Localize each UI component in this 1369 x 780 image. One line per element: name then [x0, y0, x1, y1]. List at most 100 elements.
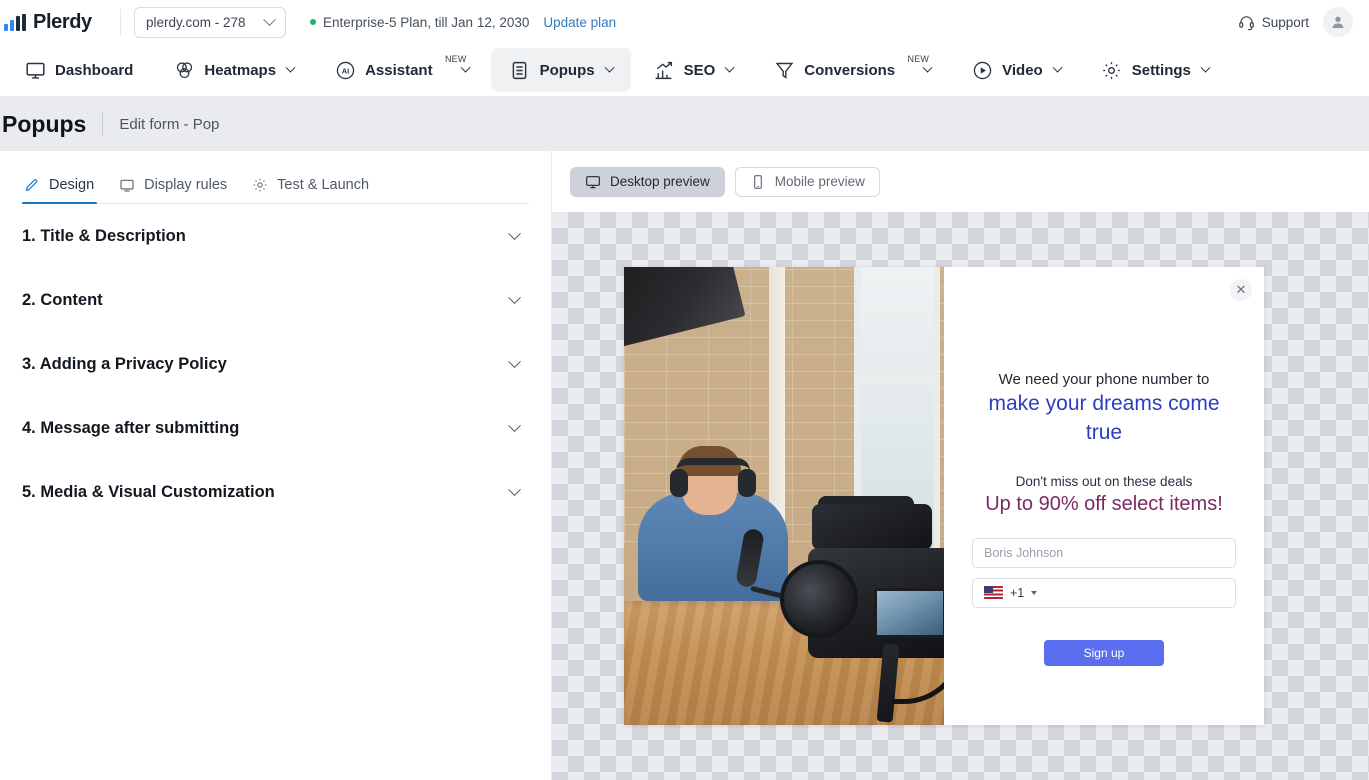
nav-label: Popups: [540, 62, 595, 79]
chevron-down-icon: [1031, 591, 1037, 595]
section-content[interactable]: 2. Content: [22, 268, 529, 332]
top-bar-divider: [120, 9, 121, 35]
close-icon[interactable]: ✕: [1230, 279, 1252, 301]
chevron-down-icon: [604, 62, 614, 72]
editor-sections: 1. Title & Description 2. Content 3. Add…: [0, 204, 551, 524]
section-adding-a-privacy-policy[interactable]: 3. Adding a Privacy Policy: [22, 332, 529, 396]
chevron-down-icon: [508, 227, 521, 240]
tab-design[interactable]: Design: [22, 177, 107, 203]
nav-item-settings[interactable]: Settings: [1083, 48, 1227, 92]
gear-icon: [252, 177, 268, 193]
section-label: 1. Title & Description: [22, 227, 186, 246]
tab-label: Design: [49, 177, 94, 193]
nav-label: Settings: [1132, 62, 1191, 79]
venn-circles-icon: [173, 59, 195, 81]
nav-item-heatmaps[interactable]: Heatmaps: [155, 48, 312, 92]
support-button[interactable]: Support: [1238, 14, 1309, 31]
document-lines-icon: [509, 59, 531, 81]
editor-panel: Design Display rules Test & Launch: [0, 151, 552, 780]
nav-label: Conversions: [804, 62, 895, 79]
chevron-down-icon: [1200, 62, 1210, 72]
chevron-down-icon: [508, 419, 521, 432]
mobile-preview-button[interactable]: Mobile preview: [735, 167, 880, 197]
popup-title-highlight: make your dreams come true: [988, 392, 1219, 443]
section-label: 2. Content: [22, 291, 103, 310]
preview-canvas: ✕ We need your phone number to make your…: [552, 212, 1369, 780]
plerdy-logo-bars-icon: [4, 14, 26, 31]
photo-video-camera: [776, 468, 944, 698]
nav-item-dashboard[interactable]: Dashboard: [6, 48, 151, 92]
brush-icon: [24, 177, 40, 193]
section-message-after-submitting[interactable]: 4. Message after submitting: [22, 396, 529, 460]
monitor-icon: [24, 59, 46, 81]
chevron-down-icon: [725, 62, 735, 72]
nav-label: Assistant: [365, 62, 433, 79]
section-media-and-visual-customization[interactable]: 5. Media & Visual Customization: [22, 460, 529, 524]
desktop-icon: [585, 174, 601, 190]
chevron-down-icon: [1052, 62, 1062, 72]
editor-tabs: Design Display rules Test & Launch: [22, 177, 529, 204]
plan-status-dot-icon: [310, 19, 316, 25]
popup-preview: ✕ We need your phone number to make your…: [624, 267, 1264, 725]
tab-display-rules[interactable]: Display rules: [107, 177, 240, 203]
bar-chart-arrow-icon: [653, 59, 675, 81]
play-circle-icon: [971, 59, 993, 81]
nav-label: Dashboard: [55, 62, 133, 79]
nav-item-popups[interactable]: Popups: [491, 48, 631, 92]
nav-label: SEO: [684, 62, 716, 79]
chevron-down-icon: [508, 291, 521, 304]
user-avatar-icon: [1330, 14, 1346, 30]
nav-item-video[interactable]: Video: [953, 48, 1079, 92]
us-flag-icon: [984, 586, 1003, 599]
nav-item-seo[interactable]: SEO: [635, 48, 752, 92]
header-divider: [102, 111, 103, 137]
section-label: 5. Media & Visual Customization: [22, 483, 275, 502]
popup-subtitle: Don't miss out on these deals: [1016, 474, 1193, 489]
funnel-icon: [773, 59, 795, 81]
nav-item-conversions[interactable]: Conversions NEW: [755, 48, 949, 92]
headset-icon: [1238, 14, 1255, 31]
site-selector[interactable]: plerdy.com - 278: [134, 7, 286, 38]
tab-test-and-launch[interactable]: Test & Launch: [240, 177, 382, 203]
nav-badge-new: NEW: [445, 54, 467, 64]
content-area: Design Display rules Test & Launch: [0, 151, 1369, 780]
preview-panel: Desktop preview Mobile preview: [552, 151, 1369, 780]
tab-label: Test & Launch: [277, 177, 369, 193]
gear-icon: [1101, 59, 1123, 81]
popup-offer: Up to 90% off select items!: [985, 493, 1223, 516]
photo-person: [638, 451, 788, 601]
phone-input[interactable]: +1: [972, 578, 1236, 608]
screen-icon: [119, 177, 135, 193]
plerdy-logo[interactable]: Plerdy: [0, 11, 118, 34]
svg-text:AI: AI: [341, 66, 348, 75]
nav-item-assistant[interactable]: AI Assistant NEW: [316, 48, 487, 92]
section-title-and-description[interactable]: 1. Title & Description: [22, 204, 529, 268]
main-navigation: Dashboard Heatmaps AI Assistant NEW P: [0, 44, 1369, 97]
avatar[interactable]: [1323, 7, 1353, 37]
chevron-down-icon: [263, 13, 276, 26]
tab-label: Display rules: [144, 177, 227, 193]
chevron-down-icon: [508, 483, 521, 496]
top-bar-right: Support: [1238, 7, 1353, 37]
top-bar: Plerdy plerdy.com - 278 Enterprise-5 Pla…: [0, 0, 1369, 44]
ai-circle-icon: AI: [334, 59, 356, 81]
section-label: 4. Message after submitting: [22, 419, 239, 438]
mobile-icon: [750, 174, 766, 190]
desktop-preview-label: Desktop preview: [610, 174, 710, 189]
name-input[interactable]: Boris Johnson: [972, 538, 1236, 568]
page-subtitle: Edit form - Pop: [119, 116, 219, 133]
support-label: Support: [1262, 15, 1309, 30]
popup-title: We need your phone number to make your d…: [972, 370, 1236, 447]
plerdy-logo-text: Plerdy: [33, 11, 92, 34]
mobile-preview-label: Mobile preview: [775, 174, 865, 189]
phone-country-code: +1: [1010, 586, 1024, 600]
chevron-down-icon: [286, 62, 296, 72]
popup-title-plain: We need your phone number to: [999, 371, 1210, 388]
desktop-preview-button[interactable]: Desktop preview: [570, 167, 725, 197]
plan-text: Enterprise-5 Plan, till Jan 12, 2030: [323, 15, 529, 30]
section-label: 3. Adding a Privacy Policy: [22, 355, 227, 374]
update-plan-link[interactable]: Update plan: [543, 15, 616, 30]
preview-toolbar: Desktop preview Mobile preview: [552, 151, 1369, 212]
sign-up-button[interactable]: Sign up: [1044, 640, 1164, 666]
site-selector-value: plerdy.com - 278: [146, 15, 246, 30]
